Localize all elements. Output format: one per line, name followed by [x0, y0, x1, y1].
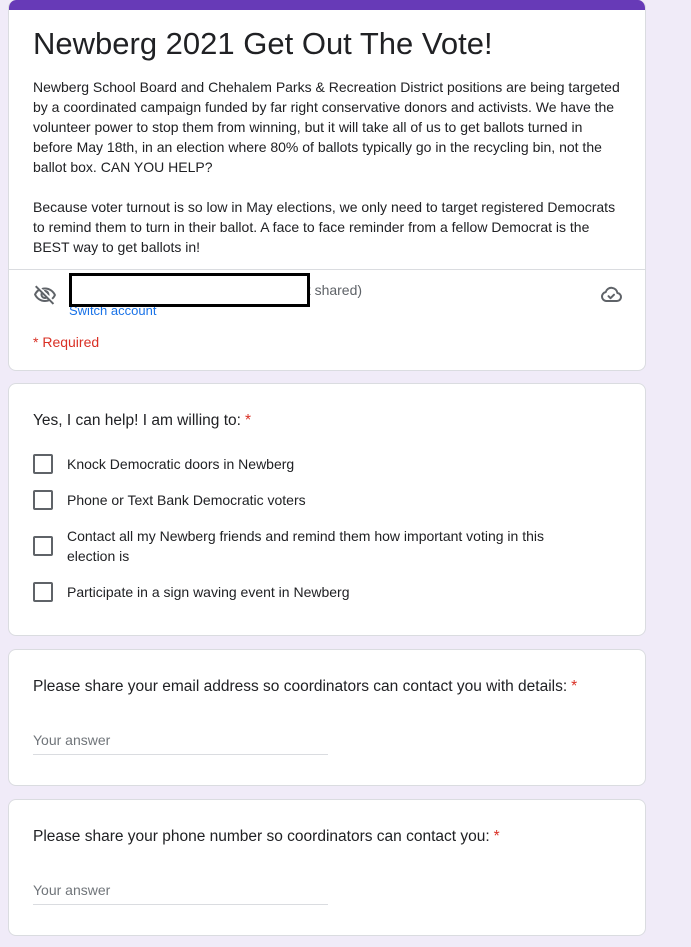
option-label: Participate in a sign waving event in Ne… [67, 584, 350, 600]
help-options-list: Knock Democratic doors in Newberg Phone … [33, 454, 593, 618]
option-phone-text-bank[interactable]: Phone or Text Bank Democratic voters [33, 490, 593, 510]
question-card-help: Yes, I can help! I am willing to: * Knock… [8, 383, 646, 636]
question-title-phone: Please share your phone number so coordi… [33, 827, 500, 847]
question-title-email: Please share your email address so coord… [33, 677, 577, 697]
checkbox[interactable] [33, 454, 53, 474]
required-note: * Required [33, 334, 100, 350]
question-title-phone-text: Please share your phone number so coordi… [33, 828, 490, 845]
required-asterisk: * [493, 828, 500, 845]
redacted-account-email [69, 273, 310, 307]
checkbox[interactable] [33, 536, 53, 556]
option-sign-waving[interactable]: Participate in a sign waving event in Ne… [33, 582, 593, 602]
description-paragraph-2: Because voter turnout is so low in May e… [33, 199, 616, 255]
form-description: Newberg School Board and Chehalem Parks … [33, 77, 625, 257]
option-contact-friends[interactable]: Contact all my Newberg friends and remin… [33, 526, 593, 566]
email-answer-input[interactable] [33, 732, 328, 755]
question-title-help: Yes, I can help! I am willing to: * [33, 411, 251, 431]
description-paragraph-1: Newberg School Board and Chehalem Parks … [33, 79, 620, 175]
form-header-card: Newberg 2021 Get Out The Vote! Newberg S… [8, 0, 646, 371]
required-asterisk: * [244, 412, 251, 429]
header-accent-bar [9, 0, 645, 10]
cloud-check-icon[interactable] [599, 283, 623, 307]
option-label: Knock Democratic doors in Newberg [67, 456, 295, 472]
option-knock-doors[interactable]: Knock Democratic doors in Newberg [33, 454, 593, 474]
form-page: Newberg 2021 Get Out The Vote! Newberg S… [0, 0, 691, 947]
phone-answer-input[interactable] [33, 882, 328, 905]
checkbox[interactable] [33, 490, 53, 510]
option-label: Phone or Text Bank Democratic voters [67, 492, 306, 508]
question-card-phone: Please share your phone number so coordi… [8, 799, 646, 936]
question-title-email-text: Please share your email address so coord… [33, 678, 568, 695]
account-divider [9, 269, 645, 270]
question-card-email: Please share your email address so coord… [8, 649, 646, 786]
form-title: Newberg 2021 Get Out The Vote! [33, 26, 493, 61]
checkbox[interactable] [33, 582, 53, 602]
required-asterisk: * [571, 678, 578, 695]
question-title-help-text: Yes, I can help! I am willing to: [33, 412, 241, 429]
option-label: Contact all my Newberg friends and remin… [67, 528, 544, 564]
eye-off-icon [34, 285, 56, 305]
